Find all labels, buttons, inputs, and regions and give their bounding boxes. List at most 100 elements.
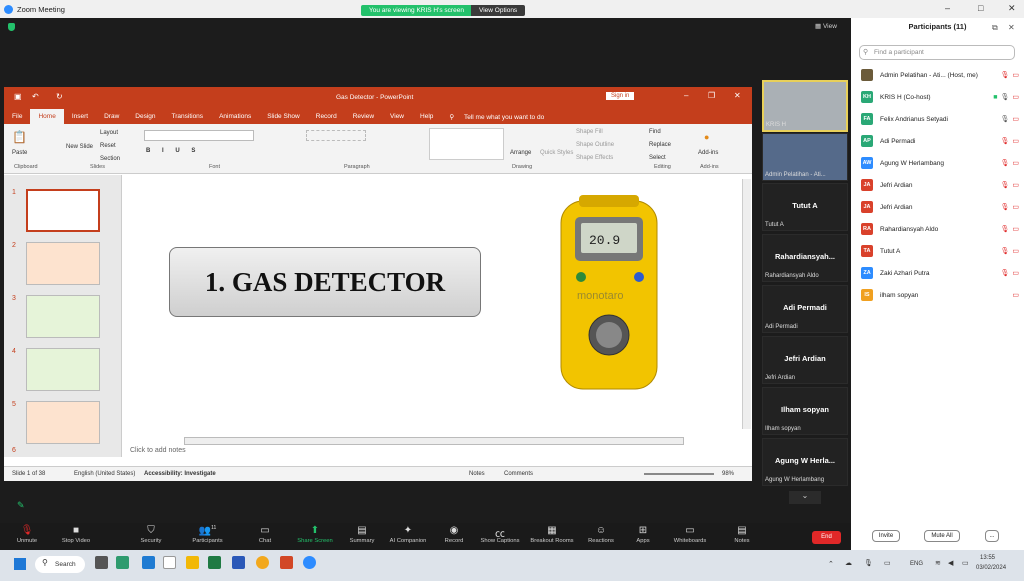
sign-in-button[interactable]: Sign in [606, 92, 635, 100]
comments-button[interactable]: Comments [504, 471, 533, 477]
more-options-button[interactable]: ... [985, 530, 999, 542]
zoom-taskbar-icon[interactable] [303, 556, 316, 569]
tab-home[interactable]: Home [30, 109, 64, 124]
add-ins-icon[interactable]: ● [704, 132, 709, 142]
clock-time[interactable]: 13:55 [980, 555, 995, 561]
video-tile[interactable]: Adi Permadi Adi Permadi [762, 285, 848, 333]
slide-thumbnail[interactable] [26, 189, 100, 232]
tab-review[interactable]: Review [345, 113, 382, 120]
video-off-icon[interactable]: ▭ [1012, 137, 1019, 145]
mic-off-icon[interactable]: 🎙 [1000, 247, 1009, 255]
redo-icon[interactable]: ↻ [56, 92, 63, 101]
video-off-icon[interactable]: ▭ [1012, 203, 1019, 211]
participant-row[interactable]: IS ilham sopyan ▭ [861, 285, 1019, 305]
share-screen-button[interactable]: ⬆ Share Screen [293, 525, 337, 544]
select-button[interactable]: Select [649, 155, 666, 161]
slide-thumbnail[interactable] [26, 348, 100, 391]
tab-record[interactable]: Record [308, 113, 345, 120]
language-status[interactable]: English (United States) [74, 471, 135, 477]
participant-row[interactable]: AP Adi Permadi 🎙 ▭ [861, 131, 1019, 151]
participant-row[interactable]: JA Jefri Ardian 🎙 ▭ [861, 175, 1019, 195]
shape-fill-button[interactable]: Shape Fill [576, 129, 603, 135]
arrange-button[interactable]: Arrange [510, 150, 531, 156]
mic-off-icon[interactable]: 🎙 [1000, 159, 1009, 167]
participant-row[interactable]: JA Jefri Ardian 🎙 ▭ [861, 197, 1019, 217]
font-name-select[interactable] [144, 130, 254, 141]
pencil-icon[interactable]: ✎ [17, 500, 25, 511]
task-view-icon[interactable] [95, 556, 108, 569]
video-tile[interactable]: Tutut A Tutut A [762, 183, 848, 231]
reactions-button[interactable]: ☺ Reactions [583, 525, 619, 544]
tab-design[interactable]: Design [127, 113, 163, 120]
font-format-buttons[interactable]: B I U S [146, 148, 200, 154]
tray-app-icon[interactable]: ▭ [884, 559, 891, 567]
scroll-down-icon[interactable]: ⌄ [789, 491, 821, 504]
clock-date[interactable]: 03/02/2024 [976, 565, 1006, 571]
show-captions-button[interactable]: ㏄ Show Captions [476, 525, 524, 544]
find-button[interactable]: Find [649, 129, 661, 135]
slide-thumbnail[interactable] [26, 401, 100, 444]
tab-slide-show[interactable]: Slide Show [259, 113, 308, 120]
vertical-scrollbar[interactable] [742, 179, 751, 429]
accessibility-status[interactable]: Accessibility: Investigate [144, 471, 216, 477]
security-button[interactable]: ⛉ Security [132, 525, 170, 544]
tab-view[interactable]: View [382, 113, 412, 120]
onedrive-icon[interactable]: ☁ [845, 559, 852, 567]
view-button[interactable]: ▦ View [815, 22, 837, 30]
tab-insert[interactable]: Insert [64, 113, 96, 120]
stop-video-button[interactable]: ■ Stop Video [55, 525, 97, 544]
paste-icon[interactable]: 📋 [12, 130, 27, 144]
participant-search-input[interactable]: Find a participant [859, 45, 1015, 60]
slide-title-box[interactable]: 1. GAS DETECTOR [169, 247, 481, 317]
record-button[interactable]: ◉ Record [437, 525, 471, 544]
video-tile[interactable]: Admin Pelatihan - Ati... [762, 133, 848, 181]
add-ins-button[interactable]: Add-ins [698, 150, 718, 156]
volume-icon[interactable]: ◀ [948, 559, 953, 567]
slide-thumbnail[interactable] [26, 242, 100, 285]
zoom-percent[interactable]: 98% [722, 471, 734, 477]
video-off-icon[interactable]: ▭ [1012, 269, 1019, 277]
tab-draw[interactable]: Draw [96, 113, 127, 120]
layout-button[interactable]: Layout [100, 130, 118, 136]
notes-button[interactable]: Notes [469, 471, 485, 477]
video-tile[interactable]: Agung W Herla... Agung W Herlambang [762, 438, 848, 486]
battery-icon[interactable]: ▭ [962, 559, 969, 567]
powerpoint-taskbar-icon[interactable] [280, 556, 293, 569]
invite-button[interactable]: Invite [872, 530, 900, 542]
mic-off-icon[interactable]: 🎙 [1000, 225, 1009, 233]
mic-icon[interactable]: 🎙 [1000, 93, 1009, 101]
video-tile-speaker[interactable]: KRIS H [762, 80, 848, 132]
file-explorer-icon[interactable] [186, 556, 199, 569]
mic-icon[interactable]: 🎙 [1000, 115, 1009, 123]
shape-outline-button[interactable]: Shape Outline [576, 142, 614, 148]
mic-tray-icon[interactable]: 🎙 [864, 559, 873, 567]
wifi-icon[interactable]: ≋ [935, 559, 941, 567]
store-icon[interactable] [163, 556, 176, 569]
new-slide-button[interactable]: New Slide [66, 144, 93, 150]
breakout-rooms-button[interactable]: ▦ Breakout Rooms [527, 525, 577, 544]
mic-off-icon[interactable]: 🎙 [1000, 71, 1009, 79]
widgets-icon[interactable] [116, 556, 129, 569]
tab-help[interactable]: Help [412, 113, 441, 120]
replace-button[interactable]: Replace [649, 142, 671, 148]
shape-effects-button[interactable]: Shape Effects [576, 155, 613, 161]
view-options-button[interactable]: View Options [471, 5, 526, 16]
tray-chevron-icon[interactable]: ⌃ [828, 560, 834, 568]
close-icon[interactable]: ✕ [1008, 3, 1016, 14]
maximize-icon[interactable]: □ [978, 3, 983, 13]
video-off-icon[interactable]: ▭ [1012, 181, 1019, 189]
tab-file[interactable]: File [4, 113, 30, 120]
participant-row[interactable]: TA Tutut A 🎙 ▭ [861, 241, 1019, 261]
quick-styles-button[interactable]: Quick Styles [540, 150, 573, 156]
ai-companion-button[interactable]: ✦ AI Companion [384, 525, 432, 544]
notes-button[interactable]: ▤ Notes [728, 525, 756, 544]
participant-row[interactable]: AW Agung W Herlambang 🎙 ▭ [861, 153, 1019, 173]
slide-thumbnail[interactable] [26, 295, 100, 338]
video-off-icon[interactable]: ▭ [1012, 247, 1019, 255]
summary-button[interactable]: ▤ Summary [343, 525, 381, 544]
video-off-icon[interactable]: ▭ [1012, 159, 1019, 167]
whiteboards-button[interactable]: ▭ Whiteboards [668, 525, 712, 544]
mic-off-icon[interactable]: 🎙 [1000, 203, 1009, 211]
ppt-minimize-icon[interactable]: – [684, 91, 688, 100]
popout-icon[interactable]: ⧉ [992, 23, 998, 33]
